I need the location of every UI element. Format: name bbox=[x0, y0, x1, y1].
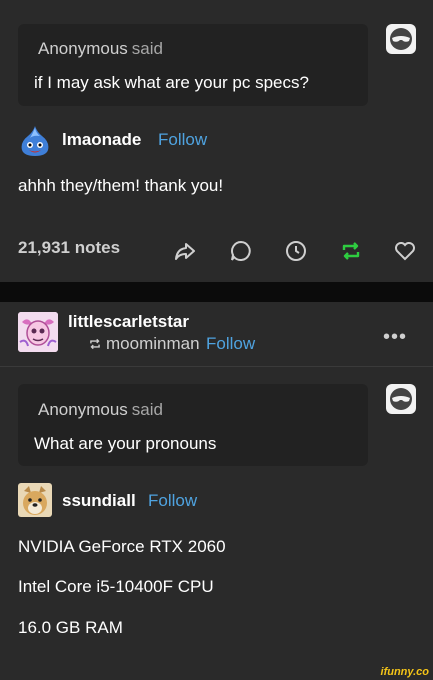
spec-line-ram: 16.0 GB RAM bbox=[18, 618, 123, 637]
header-separator bbox=[0, 366, 433, 367]
follow-button[interactable]: Follow bbox=[158, 130, 207, 150]
follow-button-3[interactable]: Follow bbox=[148, 491, 197, 511]
heart-icon[interactable] bbox=[392, 238, 418, 264]
ask-box-2: Anonymous said What are your pronouns bbox=[18, 384, 368, 466]
anonymous-mask-icon bbox=[386, 384, 416, 414]
ask-header: Anonymous said bbox=[38, 39, 163, 59]
reblog-source-name[interactable]: moominman bbox=[106, 334, 200, 353]
reply-icon[interactable] bbox=[228, 238, 254, 264]
post-body: ahhh they/them! thank you! bbox=[18, 176, 224, 195]
follow-button-2[interactable]: Follow bbox=[206, 334, 255, 354]
share-icon[interactable] bbox=[172, 238, 198, 264]
reblog-small-icon bbox=[88, 336, 102, 356]
anonymous-mask-icon bbox=[386, 24, 416, 54]
more-icon[interactable]: ••• bbox=[383, 326, 407, 349]
ask-said-2: said bbox=[131, 400, 163, 419]
avatar-ssundiall[interactable] bbox=[18, 483, 52, 517]
reblogger-username[interactable]: littlescarletstar bbox=[68, 312, 189, 332]
post-1: Anonymous said if I may ask what are your… bbox=[0, 0, 433, 282]
reblog-source: moominman bbox=[88, 334, 200, 356]
ask-said: said bbox=[131, 39, 163, 58]
spec-line-cpu: Intel Core i5-10400F CPU bbox=[18, 577, 214, 596]
ask-header-2: Anonymous said bbox=[38, 400, 163, 420]
watermark: ifunny.co bbox=[380, 666, 429, 678]
reblog-icon[interactable] bbox=[338, 238, 364, 264]
avatar-lmaonade[interactable] bbox=[18, 124, 52, 158]
answerer-username[interactable]: lmaonade bbox=[62, 130, 141, 150]
ask-question: if I may ask what are your pc specs? bbox=[34, 73, 309, 92]
clock-icon[interactable] bbox=[283, 238, 309, 264]
ask-name-2[interactable]: Anonymous bbox=[38, 400, 128, 419]
avatar-littlescarletstar[interactable] bbox=[18, 312, 58, 352]
notes-count[interactable]: 21,931 notes bbox=[18, 238, 120, 258]
ask-question-2: What are your pronouns bbox=[34, 434, 217, 453]
answerer-username-2[interactable]: ssundiall bbox=[62, 491, 136, 511]
ask-box: Anonymous said if I may ask what are your… bbox=[18, 24, 368, 106]
post-divider bbox=[0, 282, 433, 302]
ask-name[interactable]: Anonymous bbox=[38, 39, 128, 58]
spec-line-gpu: NVIDIA GeForce RTX 2060 bbox=[18, 537, 226, 556]
